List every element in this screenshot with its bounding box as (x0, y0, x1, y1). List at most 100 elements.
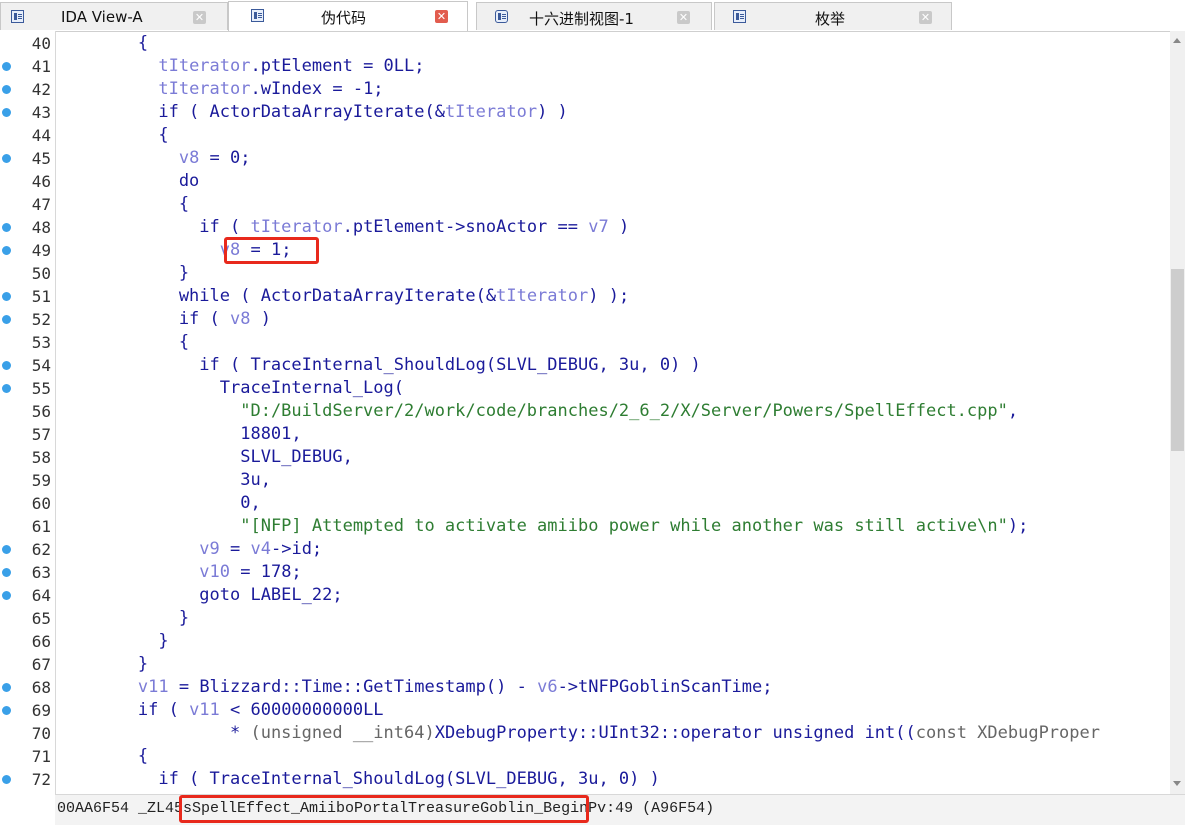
scrollbar-thumb[interactable] (1171, 269, 1184, 451)
code-line[interactable]: 3u, (56, 469, 271, 492)
tab-pseudocode[interactable]: 伪代码 ✕ (228, 1, 468, 31)
breakpoint-marker-icon[interactable] (2, 292, 11, 301)
code-line[interactable]: if ( tIterator.ptElement->snoActor == v7… (56, 216, 629, 239)
code-line[interactable]: tIterator.wIndex = -1; (56, 78, 383, 101)
breakpoint-marker-icon[interactable] (2, 154, 11, 163)
code-line[interactable]: "[NFP] Attempted to activate amiibo powe… (56, 515, 1028, 538)
breakpoint-marker-icon[interactable] (2, 108, 11, 117)
gutter-line[interactable]: 65 (0, 607, 55, 630)
gutter-line[interactable]: 48 (0, 216, 55, 239)
code-line[interactable]: if ( v8 ) (56, 308, 271, 331)
gutter-line[interactable]: 71 (0, 745, 55, 768)
gutter-line[interactable]: 67 (0, 653, 55, 676)
code-line[interactable]: while ( ActorDataArrayIterate(&tIterator… (56, 285, 629, 308)
breakpoint-marker-icon[interactable] (2, 384, 11, 393)
scroll-down-icon[interactable] (1173, 781, 1181, 786)
breakpoint-marker-icon[interactable] (2, 85, 11, 94)
code-line[interactable]: { (56, 124, 168, 147)
code-line[interactable]: v9 = v4->id; (56, 538, 322, 561)
code-line[interactable]: tIterator.ptElement = 0LL; (56, 55, 424, 78)
gutter-line[interactable]: 55 (0, 377, 55, 400)
breakpoint-marker-icon[interactable] (2, 315, 11, 324)
breakpoint-marker-icon[interactable] (2, 223, 11, 232)
gutter-line[interactable]: 66 (0, 630, 55, 653)
code-line[interactable]: if ( ActorDataArrayIterate(&tIterator) ) (56, 101, 567, 124)
gutter-line[interactable]: 43 (0, 101, 55, 124)
code-line[interactable]: v10 = 178; (56, 561, 301, 584)
gutter-line[interactable]: 56 (0, 400, 55, 423)
code-line[interactable]: 0, (56, 492, 260, 515)
gutter-line[interactable]: 68 (0, 676, 55, 699)
code-line[interactable]: { (56, 193, 189, 216)
tab-hex-view[interactable]: 十六进制视图-1 ✕ (476, 2, 712, 30)
gutter-line[interactable]: 45 (0, 147, 55, 170)
code-line[interactable]: v11 = Blizzard::Time::GetTimestamp() - v… (56, 676, 773, 699)
gutter-line[interactable]: 41 (0, 55, 55, 78)
tab-enums[interactable]: 枚举 ✕ (714, 2, 952, 30)
breakpoint-marker-icon[interactable] (2, 246, 11, 255)
gutter-line[interactable]: 50 (0, 262, 55, 285)
gutter-line[interactable]: 46 (0, 170, 55, 193)
gutter-line[interactable]: 61 (0, 515, 55, 538)
code-line[interactable]: SLVL_DEBUG, (56, 446, 353, 469)
close-icon[interactable]: ✕ (919, 11, 932, 24)
code-line[interactable]: * (unsigned __int64)XDebugProperty::UInt… (56, 722, 1100, 745)
gutter-line[interactable]: 54 (0, 354, 55, 377)
code-line[interactable]: if ( v11 < 60000000000LL (56, 699, 384, 722)
gutter-line[interactable]: 60 (0, 492, 55, 515)
code-line[interactable]: if ( TraceInternal_ShouldLog(SLVL_DEBUG,… (56, 354, 701, 377)
gutter-line[interactable]: 69 (0, 699, 55, 722)
gutter-line[interactable]: 40 (0, 32, 55, 55)
gutter-line[interactable]: 59 (0, 469, 55, 492)
breakpoint-marker-icon[interactable] (2, 545, 11, 554)
code-line[interactable]: } (56, 262, 189, 285)
breakpoint-marker-icon[interactable] (2, 591, 11, 600)
gutter-line[interactable]: 58 (0, 446, 55, 469)
line-number: 64 (31, 586, 51, 605)
gutter-line[interactable]: 42 (0, 78, 55, 101)
code-line[interactable]: { (56, 331, 189, 354)
scroll-up-icon[interactable] (1173, 38, 1181, 43)
close-icon[interactable]: ✕ (677, 11, 690, 24)
breakpoint-marker-icon[interactable] (2, 568, 11, 577)
line-number-gutter[interactable]: 40 41 42 43 44 45 46 47 48 49 50 51 52 53 54 55 56 57 58 59… (0, 31, 56, 794)
tab-ida-view-a[interactable]: IDA View-A ✕ (0, 2, 228, 30)
line-number: 63 (31, 563, 51, 582)
code-line[interactable]: } (56, 653, 148, 676)
breakpoint-marker-icon[interactable] (2, 706, 11, 715)
code-line[interactable]: { (56, 745, 148, 768)
gutter-line[interactable]: 47 (0, 193, 55, 216)
gutter-line[interactable]: 44 (0, 124, 55, 147)
line-number: 71 (31, 747, 51, 766)
close-icon[interactable]: ✕ (435, 10, 448, 23)
line-number: 66 (31, 632, 51, 651)
breakpoint-marker-icon[interactable] (2, 775, 11, 784)
gutter-line[interactable]: 62 (0, 538, 55, 561)
gutter-line[interactable]: 63 (0, 561, 55, 584)
gutter-line[interactable]: 72 (0, 768, 55, 791)
code-line[interactable]: { (56, 32, 148, 55)
pseudocode-editor[interactable]: { tIterator.ptElement = 0LL; tIterator.w… (56, 31, 1170, 794)
gutter-line[interactable]: 52 (0, 308, 55, 331)
gutter-line[interactable]: 57 (0, 423, 55, 446)
code-line[interactable]: do (56, 170, 199, 193)
gutter-line[interactable]: 51 (0, 285, 55, 308)
gutter-line[interactable]: 49 (0, 239, 55, 262)
code-line[interactable]: } (56, 607, 189, 630)
breakpoint-marker-icon[interactable] (2, 683, 11, 692)
code-line[interactable]: } (56, 630, 168, 653)
close-icon[interactable]: ✕ (193, 11, 206, 24)
breakpoint-marker-icon[interactable] (2, 361, 11, 370)
code-line[interactable]: v8 = 0; (56, 147, 251, 170)
code-line[interactable]: if ( TraceInternal_ShouldLog(SLVL_DEBUG,… (56, 768, 660, 791)
code-line[interactable]: TraceInternal_Log( (56, 377, 404, 400)
code-line[interactable]: 18801, (56, 423, 301, 446)
gutter-line[interactable]: 53 (0, 331, 55, 354)
gutter-line[interactable]: 64 (0, 584, 55, 607)
line-number: 72 (31, 770, 51, 789)
code-line[interactable]: "D:/BuildServer/2/work/code/branches/2_6… (56, 400, 1018, 423)
code-line[interactable]: goto LABEL_22; (56, 584, 342, 607)
breakpoint-marker-icon[interactable] (2, 62, 11, 71)
gutter-line[interactable]: 70 (0, 722, 55, 745)
vertical-scrollbar[interactable] (1170, 31, 1185, 794)
